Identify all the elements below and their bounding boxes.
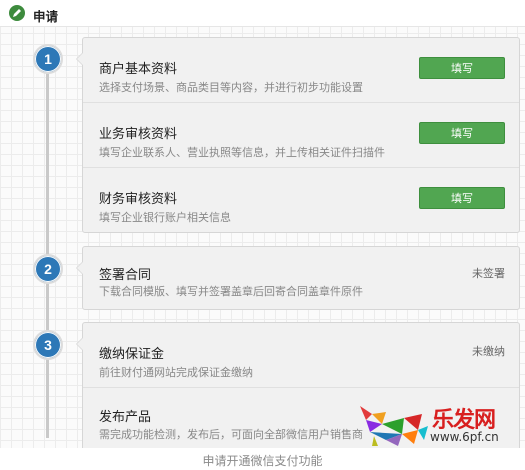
row-title: 商户基本资料 [99,61,178,76]
row-title: 业务审核资料 [99,126,178,141]
fill-finance-info-button[interactable]: 填写 [419,187,505,209]
row-description: 需完成功能检测，发布后，可面向全部微信用户销售商 [99,429,363,441]
sign-contract-row: 签署合同 下载合同模版、填写并签署盖章后回寄合同盖章件原件 未签署 [83,247,519,311]
row-title: 财务审核资料 [99,191,178,206]
step-1-circle: 1 [33,44,63,74]
step-1-card: 商户基本资料 选择支付场景、商品类目等内容，并进行初步功能设置 填写 业务审核资… [76,37,520,233]
status-label: 未签署 [472,268,505,280]
watermark-logo: 乐发网 www.6pf.cn [352,400,520,448]
page-title: 申请 [33,10,59,24]
pencil-icon [9,5,25,21]
row-description: 填写企业联系人、营业执照等信息，并上传相关证件扫描件 [99,147,385,159]
step-2-circle: 2 [33,254,63,284]
status-label: 未缴纳 [472,346,505,358]
image-caption: 申请开通微信支付功能 [202,454,323,468]
bull-logo-icon [360,406,428,446]
merchant-basic-info-row: 商户基本资料 选择支付场景、商品类目等内容，并进行初步功能设置 填写 [83,38,519,102]
fill-basic-info-button[interactable]: 填写 [419,57,505,79]
row-description: 下载合同模版、填写并签署盖章后回寄合同盖章件原件 [99,286,363,298]
finance-review-info-row: 财务审核资料 填写企业银行账户相关信息 填写 [83,167,519,232]
row-title: 发布产品 [99,409,152,424]
pay-deposit-row: 缴纳保证金 前往财付通网站完成保证金缴纳 未缴纳 [83,323,519,387]
timeline-line [46,58,49,438]
row-description: 填写企业银行账户相关信息 [99,212,231,224]
row-description: 前往财付通网站完成保证金缴纳 [99,367,253,379]
step-3-circle: 3 [33,330,63,360]
row-description: 选择支付场景、商品类目等内容，并进行初步功能设置 [99,82,363,94]
application-panel: 申请 1 商户基本资料 选择支付场景、商品类目等内容，并进行初步功能设置 填写 … [0,0,525,448]
row-title: 签署合同 [99,267,152,282]
page-header: 申请 [0,0,525,27]
watermark-url: www.6pf.cn [430,430,499,444]
fill-business-info-button[interactable]: 填写 [419,122,505,144]
step-2-card: 签署合同 下载合同模版、填写并签署盖章后回寄合同盖章件原件 未签署 [76,246,520,311]
row-title: 缴纳保证金 [99,346,165,361]
business-review-info-row: 业务审核资料 填写企业联系人、营业执照等信息，并上传相关证件扫描件 填写 [83,102,519,167]
